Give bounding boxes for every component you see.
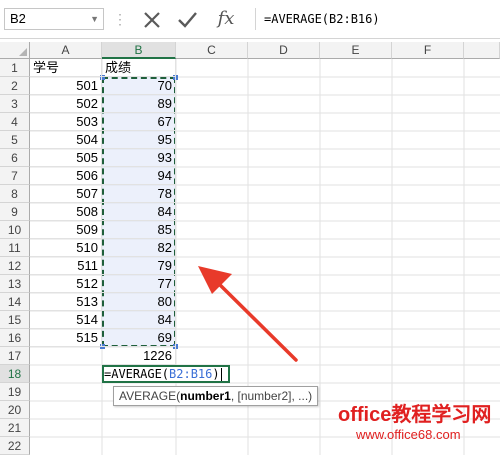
watermark-title: office教程学习网 <box>338 404 492 426</box>
watermark-url: www.office68.com <box>356 427 461 442</box>
red-arrow-annotation <box>198 266 298 362</box>
